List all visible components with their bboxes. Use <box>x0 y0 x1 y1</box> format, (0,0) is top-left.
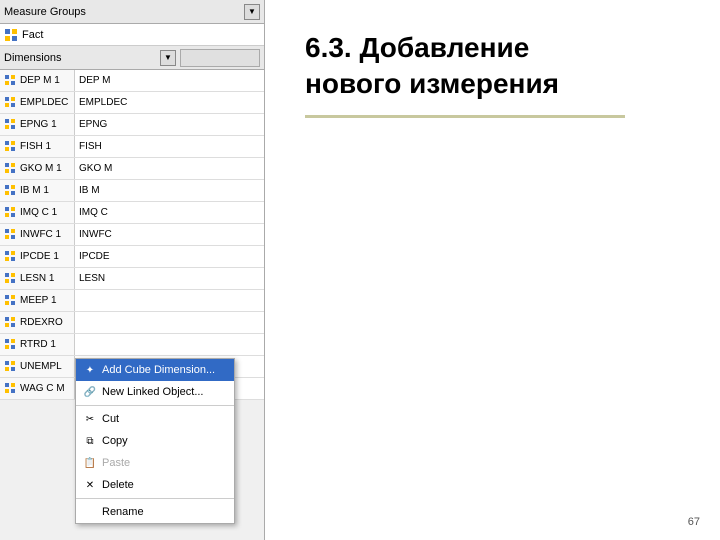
measure-cell <box>75 334 264 355</box>
menu-item-label: Copy <box>102 435 128 447</box>
delete-icon: ✕ <box>82 477 98 493</box>
menu-item-rename[interactable]: Rename <box>76 501 234 523</box>
table-row[interactable]: IPCDE 1 IPCDE <box>0 246 264 268</box>
measure-cell: IB M <box>75 180 264 201</box>
menu-separator <box>76 498 234 499</box>
dim-cell: GKO M 1 <box>0 158 75 179</box>
heading-underline <box>305 115 625 118</box>
table-row[interactable]: RDEXRO <box>0 312 264 334</box>
dim-cell: UNEMPL <box>0 356 75 377</box>
right-content: 6.3. Добавление нового измерения <box>265 0 720 158</box>
dim-cell: IPCDE 1 <box>0 246 75 267</box>
context-menu: ✦ Add Cube Dimension... 🔗 New Linked Object… <box>75 358 235 524</box>
measure-cell: IPCDE <box>75 246 264 267</box>
dim-label: GKO M 1 <box>20 163 62 174</box>
table-row[interactable]: IMQ C 1 IMQ C <box>0 202 264 224</box>
dim-cell: WAG C M <box>0 378 75 399</box>
dimensions-label: Dimensions <box>4 52 160 64</box>
menu-separator <box>76 405 234 406</box>
dim-label: IB M 1 <box>20 185 49 196</box>
dimensions-header: Dimensions ▼ <box>0 46 264 70</box>
dim-label: EMPLDEC 1 <box>20 97 70 108</box>
menu-item-label: Add Cube Dimension... <box>102 364 215 376</box>
dim-label: RTRD 1 <box>20 339 56 350</box>
measure-cell: IMQ C <box>75 202 264 223</box>
menu-item-label: Rename <box>102 506 144 518</box>
dim-cell: FISH 1 <box>0 136 75 157</box>
menu-item-delete[interactable]: ✕ Delete <box>76 474 234 496</box>
table-row[interactable]: GKO M 1 GKO M <box>0 158 264 180</box>
measure-cell: EPNG <box>75 114 264 135</box>
menu-item-label: Delete <box>102 479 134 491</box>
plus-icon: ✦ <box>82 362 98 378</box>
fact-icon <box>4 28 18 42</box>
dim-label: LESN 1 <box>20 273 54 284</box>
fact-label: Fact <box>22 29 43 41</box>
dim-label: IMQ C 1 <box>20 207 57 218</box>
menu-item-label: New Linked Object... <box>102 386 204 398</box>
table-row[interactable]: DEP M 1 DEP M <box>0 70 264 92</box>
table-row[interactable]: RTRD 1 <box>0 334 264 356</box>
data-rows: DEP M 1DEP MEMPLDEC 1EMPLDECEPNG 1EPNGFI… <box>0 70 264 400</box>
table-row[interactable]: INWFC 1 INWFC <box>0 224 264 246</box>
menu-item-label: Paste <box>102 457 130 469</box>
menu-item-paste: 📋 Paste <box>76 452 234 474</box>
dim-label: FISH 1 <box>20 141 51 152</box>
dim-cell: LESN 1 <box>0 268 75 289</box>
dim-label: INWFC 1 <box>20 229 61 240</box>
measure-groups-dropdown-button[interactable]: ▼ <box>244 4 260 20</box>
table-row[interactable]: LESN 1 LESN <box>0 268 264 290</box>
dim-cell: RDEXRO <box>0 312 75 333</box>
menu-item-add-cube-dimension[interactable]: ✦ Add Cube Dimension... <box>76 359 234 381</box>
menu-item-label: Cut <box>102 413 119 425</box>
heading-line2: нового измерения <box>305 68 559 99</box>
table-row[interactable]: MEEP 1 <box>0 290 264 312</box>
measure-groups-mini-header <box>180 49 260 67</box>
dim-cell: IB M 1 <box>0 180 75 201</box>
dim-cell: MEEP 1 <box>0 290 75 311</box>
measure-cell: GKO M <box>75 158 264 179</box>
dim-label: IPCDE 1 <box>20 251 59 262</box>
dim-cell: INWFC 1 <box>0 224 75 245</box>
measure-cell: DEP M <box>75 70 264 91</box>
paste-icon: 📋 <box>82 455 98 471</box>
dim-cell: IMQ C 1 <box>0 202 75 223</box>
right-panel: 6.3. Добавление нового измерения <box>265 0 720 540</box>
table-row[interactable]: EMPLDEC 1 EMPLDEC <box>0 92 264 114</box>
dim-label: MEEP 1 <box>20 295 57 306</box>
measure-groups-header: Measure Groups ▼ <box>0 0 264 24</box>
dim-cell: EMPLDEC 1 <box>0 92 75 113</box>
measure-cell <box>75 312 264 333</box>
dim-label: EPNG 1 <box>20 119 57 130</box>
dim-label: RDEXRO <box>20 317 63 328</box>
dim-cell: DEP M 1 <box>0 70 75 91</box>
measure-cell: LESN <box>75 268 264 289</box>
dimensions-dropdown-button[interactable]: ▼ <box>160 50 176 66</box>
measure-cell: INWFC <box>75 224 264 245</box>
dim-label: WAG C M <box>20 383 65 394</box>
measure-cell: FISH <box>75 136 264 157</box>
measure-groups-title: Measure Groups <box>4 6 244 18</box>
menu-item-cut[interactable]: ✂ Cut <box>76 408 234 430</box>
measure-cell: EMPLDEC <box>75 92 264 113</box>
dim-label: DEP M 1 <box>20 75 60 86</box>
table-row[interactable]: EPNG 1 EPNG <box>0 114 264 136</box>
heading-text: 6.3. Добавление нового измерения <box>305 30 690 103</box>
-icon <box>82 504 98 520</box>
scissors-icon: ✂ <box>82 411 98 427</box>
dim-label: UNEMPL <box>20 361 62 372</box>
page-number: 67 <box>688 516 700 528</box>
measure-cell <box>75 290 264 311</box>
link-icon: 🔗 <box>82 384 98 400</box>
dim-cell: EPNG 1 <box>0 114 75 135</box>
fact-row[interactable]: Fact <box>0 24 264 46</box>
copy-icon: ⧉ <box>82 433 98 449</box>
menu-item-copy[interactable]: ⧉ Copy <box>76 430 234 452</box>
dim-cell: RTRD 1 <box>0 334 75 355</box>
table-row[interactable]: FISH 1 FISH <box>0 136 264 158</box>
heading-line1: 6.3. Добавление <box>305 32 529 63</box>
table-row[interactable]: IB M 1 IB M <box>0 180 264 202</box>
menu-item-new-linked-object[interactable]: 🔗 New Linked Object... <box>76 381 234 403</box>
